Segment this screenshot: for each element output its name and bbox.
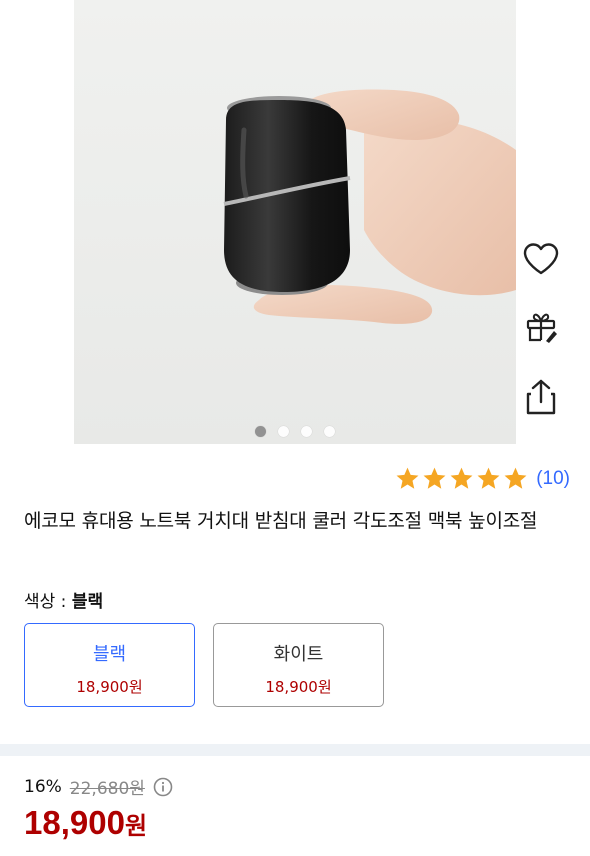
star-icon [450, 467, 473, 489]
share-button[interactable] [518, 374, 564, 420]
gift-icon [526, 313, 557, 343]
star-icon [504, 467, 527, 489]
star-icon [477, 467, 500, 489]
option-label: 색상 : 블랙 [24, 587, 103, 612]
option-price: 18,900원 [76, 678, 143, 696]
carousel-dot[interactable] [278, 426, 289, 437]
final-price-currency: 원 [124, 813, 148, 840]
option-name: 화이트 [273, 644, 324, 665]
heart-icon [523, 243, 559, 275]
option-price: 18,900원 [265, 678, 332, 696]
wishlist-button[interactable] [518, 236, 564, 282]
option-white[interactable]: 화이트 18,900원 [213, 623, 384, 707]
discount-row: 16% 22,680원 [24, 774, 173, 799]
product-photo [74, 0, 516, 444]
option-selected-value: 블랙 [71, 592, 104, 612]
carousel-dot[interactable] [301, 426, 312, 437]
carousel-indicator [74, 426, 516, 437]
star-icon [423, 467, 446, 489]
gift-button[interactable] [518, 304, 564, 350]
carousel-dot[interactable] [255, 426, 266, 437]
rating[interactable]: (10) [395, 466, 570, 491]
original-price: 22,680원 [69, 779, 145, 799]
share-icon [526, 379, 556, 415]
product-title: 에코모 휴대용 노트북 거치대 받침대 쿨러 각도조절 맥북 높이조절 [24, 510, 538, 532]
option-label-text: 색상 : [24, 592, 72, 612]
final-price: 18,900원 [24, 804, 147, 842]
final-price-value: 18,900 [24, 804, 125, 841]
product-image[interactable] [74, 0, 516, 444]
option-name: 블랙 [92, 644, 127, 665]
info-icon[interactable] [153, 777, 173, 797]
review-count[interactable]: (10) [536, 468, 570, 490]
star-icon [396, 467, 419, 489]
section-divider [0, 744, 590, 756]
discount-rate: 16% [24, 776, 62, 797]
carousel-dot[interactable] [324, 426, 335, 437]
option-black[interactable]: 블랙 18,900원 [24, 623, 195, 707]
